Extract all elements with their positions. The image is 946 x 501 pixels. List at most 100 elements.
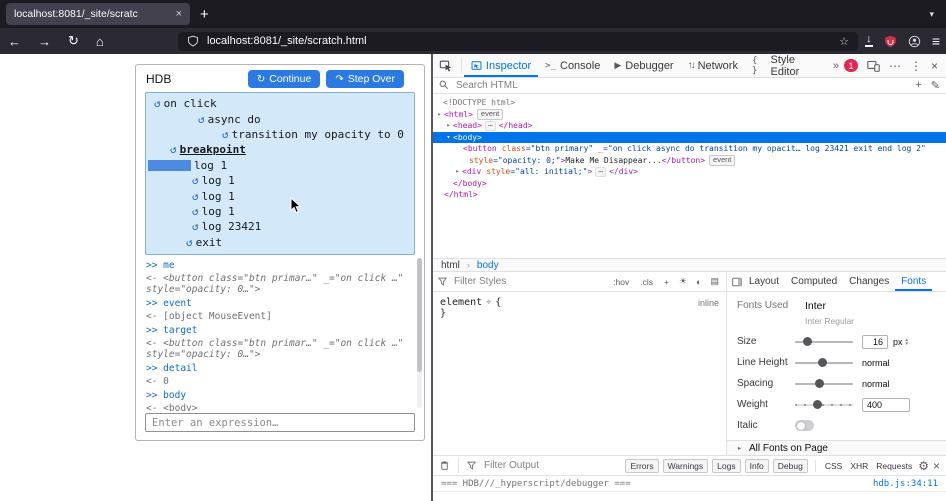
scrollbar-thumb[interactable] — [417, 258, 422, 372]
list-all-tabs-icon[interactable]: ▾ — [929, 9, 934, 20]
weight-value-input[interactable]: 400 — [862, 398, 910, 412]
tab-layout[interactable]: Layout — [743, 272, 785, 291]
reload-icon[interactable]: ↻ — [68, 33, 79, 49]
collapsed-content-icon[interactable]: ⋯ — [595, 167, 606, 178]
element-rule[interactable]: element ⌖ { inline — [440, 297, 719, 308]
font-family-name[interactable]: Inter — [805, 300, 854, 312]
line-height-value[interactable]: normal — [862, 358, 890, 368]
bookmark-star-icon[interactable]: ☆ — [839, 35, 849, 48]
code-line[interactable]: ↺log 1 — [146, 188, 414, 203]
class-toggle-button[interactable]: .cls — [637, 277, 656, 287]
kebab-menu-icon[interactable]: ⋮ — [910, 59, 922, 73]
pick-element-icon[interactable] — [433, 59, 459, 73]
expand-arrow-icon[interactable]: ▸ — [453, 166, 462, 178]
markup-row-head[interactable]: ▸ <head> ⋯ </head> — [433, 120, 946, 132]
close-split-console-icon[interactable]: × — [933, 459, 940, 473]
code-line[interactable]: ↺log 1 — [146, 173, 414, 188]
browser-tab[interactable]: localhost:8081/_site/scratc × — [6, 3, 190, 25]
markup-row-body-close[interactable]: </body> — [433, 178, 946, 190]
expand-arrow-icon[interactable]: ▸ — [735, 444, 744, 452]
tab-style-editor[interactable]: { } Style Editor — [745, 54, 828, 77]
more-tabs-chevron-icon[interactable]: » — [828, 60, 844, 72]
collapse-arrow-icon[interactable]: ▾ — [444, 132, 453, 144]
code-line-current[interactable]: log 1 — [146, 158, 414, 173]
downloads-icon[interactable]: ↓ — [865, 35, 873, 47]
line-height-slider[interactable] — [795, 362, 853, 364]
expression-input[interactable] — [145, 413, 415, 432]
filter-requests-button[interactable]: Requests — [874, 461, 914, 471]
back-icon[interactable]: ← — [8, 34, 21, 49]
add-rule-button[interactable]: + — [661, 277, 672, 287]
sidebar-pane-toggle-icon[interactable] — [732, 277, 742, 287]
markup-row-button-close[interactable]: style="opacity: 0;">Make Me Disappear...… — [433, 155, 946, 167]
breadcrumb-html[interactable]: html — [441, 260, 460, 271]
meatball-menu-icon[interactable]: ⋯ — [889, 59, 901, 73]
weight-slider[interactable] — [795, 404, 853, 406]
responsive-design-mode-icon[interactable] — [867, 60, 880, 72]
italic-toggle[interactable] — [795, 420, 814, 431]
home-icon[interactable]: ⌂ — [96, 34, 104, 49]
url-text[interactable]: localhost:8081/_site/scratch.html — [207, 35, 831, 47]
filter-debug-button[interactable]: Debug — [773, 459, 808, 473]
size-value-input[interactable]: 16 — [862, 335, 888, 349]
markup-row-html[interactable]: ▸ <html> event — [433, 109, 946, 121]
tab-computed[interactable]: Computed — [785, 272, 843, 291]
new-tab-button[interactable]: + — [200, 6, 209, 23]
size-slider[interactable] — [795, 341, 853, 343]
filter-info-button[interactable]: Info — [745, 459, 769, 473]
filter-styles-input[interactable] — [452, 275, 605, 288]
event-badge[interactable]: event — [477, 109, 503, 120]
light-scheme-icon[interactable]: ☀ — [677, 276, 689, 287]
console-settings-gear-icon[interactable]: ⚙ — [918, 459, 929, 473]
code-line-breakpoint[interactable]: ↺breakpoint — [146, 142, 414, 157]
tab-console[interactable]: >_ Console — [538, 54, 607, 77]
edit-icon[interactable]: ✎ — [931, 79, 940, 92]
selector-highlighter-icon[interactable]: ⌖ — [486, 298, 491, 308]
tab-network[interactable]: ↑↓ Network — [681, 54, 745, 77]
pseudo-class-button[interactable]: :hov — [610, 277, 632, 287]
stylesheet-source-link[interactable]: inline — [698, 298, 719, 308]
expand-arrow-icon[interactable]: ▸ — [435, 109, 444, 121]
print-simulation-icon[interactable]: ▤ — [708, 276, 721, 287]
search-html-input[interactable] — [454, 79, 910, 92]
dark-scheme-icon[interactable]: ◐ — [694, 277, 703, 287]
scrollbar[interactable] — [417, 258, 422, 408]
tab-close-icon[interactable]: × — [176, 8, 182, 20]
breadcrumb-body[interactable]: body — [477, 260, 499, 271]
step-over-button[interactable]: ↷ Step Over — [326, 70, 404, 88]
add-node-icon[interactable]: + — [915, 79, 921, 91]
slider-thumb[interactable] — [813, 400, 822, 409]
tab-fonts[interactable]: Fonts — [895, 272, 932, 291]
filter-output-input[interactable] — [482, 459, 619, 472]
slider-thumb[interactable] — [815, 379, 824, 388]
error-count-badge[interactable]: 1 — [844, 59, 858, 72]
filter-warnings-button[interactable]: Warnings — [663, 459, 709, 473]
spacing-value[interactable]: normal — [862, 379, 890, 389]
markup-row-doctype[interactable]: <!DOCTYPE html> — [433, 97, 946, 109]
event-badge[interactable]: event — [709, 155, 735, 166]
markup-row-body-selected[interactable]: ▾ <body> — [433, 132, 946, 144]
filter-xhr-button[interactable]: XHR — [848, 461, 870, 471]
markup-row-button-open[interactable]: <buttonclass="btn primary"_="on click as… — [433, 143, 946, 155]
code-line[interactable]: ↺on click — [146, 96, 414, 111]
code-line[interactable]: ↺log 1 — [146, 204, 414, 219]
filter-logs-button[interactable]: Logs — [712, 459, 740, 473]
code-line[interactable]: ↺async do — [146, 111, 414, 126]
clear-console-trash-icon[interactable] — [439, 460, 450, 471]
spacing-slider[interactable] — [795, 383, 853, 385]
filter-css-button[interactable]: CSS — [823, 461, 844, 471]
code-line[interactable]: ↺log 23421 — [146, 219, 414, 234]
slider-thumb[interactable] — [803, 337, 812, 346]
account-avatar-icon[interactable] — [908, 35, 921, 48]
tab-inspector[interactable]: Inspector — [464, 54, 538, 77]
markup-row-html-close[interactable]: </html> — [433, 189, 946, 201]
all-fonts-section[interactable]: ▸ All Fonts on Page — [727, 440, 946, 455]
unit-spinner-icon[interactable]: ▴▾ — [906, 338, 909, 346]
log-source-link[interactable]: hdb.js:34:11 — [873, 479, 938, 489]
hamburger-menu-icon[interactable]: ≡ — [932, 33, 940, 49]
slider-thumb[interactable] — [818, 358, 827, 367]
code-line[interactable]: ↺transition my opacity to 0 — [146, 127, 414, 142]
size-unit-select[interactable]: px ▴▾ — [893, 337, 908, 347]
collapsed-content-icon[interactable]: ⋯ — [485, 121, 496, 132]
filter-errors-button[interactable]: Errors — [625, 459, 658, 473]
